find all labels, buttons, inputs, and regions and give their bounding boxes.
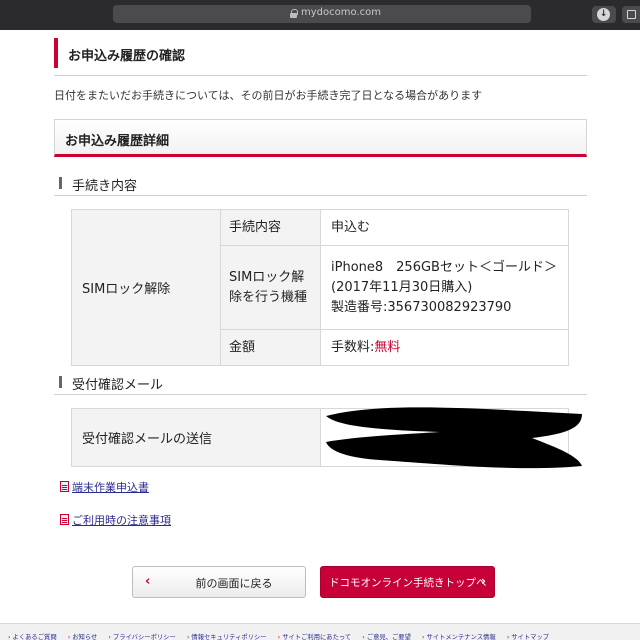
online-top-button-label: ドコモオンライン手続きトップへ <box>329 577 487 589</box>
page-title-section: お申込み履歴の確認 <box>54 36 587 76</box>
link-label: 端末作業申込書 <box>72 481 149 494</box>
detail-header: お申込み履歴詳細 <box>54 119 587 157</box>
fee-prefix: 手数料: <box>331 339 375 355</box>
back-button-label: 前の画面に戻る <box>195 577 273 590</box>
download-button[interactable]: ↓ <box>592 6 616 23</box>
mail-heading-text: 受付確認メール <box>72 378 164 393</box>
back-button[interactable]: ‹ 前の画面に戻る <box>132 566 306 598</box>
mail-label: 受付確認メールの送信 <box>71 408 321 467</box>
online-top-button[interactable]: ドコモオンライン手続きトップへ › <box>320 566 495 598</box>
lock-icon <box>290 9 298 18</box>
detail-title: お申込み履歴詳細 <box>65 134 170 149</box>
procedure-heading-text: 手続き内容 <box>72 179 138 194</box>
row-label: SIMロック解除を行う機種 <box>220 245 321 330</box>
page-title: お申込み履歴の確認 <box>68 49 186 64</box>
footer-link[interactable]: よくあるご質問 <box>8 630 57 640</box>
url-text: mydocomo.com <box>301 7 381 18</box>
device-model: iPhone8 256GBセット＜ゴールド＞(2017年11月30日購入) <box>331 259 557 295</box>
row-value: 申込む <box>320 209 569 246</box>
footer-link[interactable]: ご意見、ご要望 <box>362 630 411 640</box>
notice-text: 日付をまたいだお手続きについては、その前日がお手続き完了日となる場合があります <box>54 89 483 102</box>
footer-links: よくあるご質問 お知らせ プライバシーポリシー 情報セキュリティポリシー サイト… <box>0 623 640 640</box>
chevron-right-icon: › <box>481 574 486 588</box>
row-label: 金額 <box>220 329 321 366</box>
footer-link[interactable]: 情報セキュリティポリシー <box>187 630 266 640</box>
footer-link[interactable]: お知らせ <box>68 630 97 640</box>
procedure-table: SIMロック解除 手続内容 申込む SIMロック解除を行う機種 iPhone8 … <box>71 209 569 366</box>
document-icon <box>60 481 69 492</box>
procedure-category: SIMロック解除 <box>71 209 221 366</box>
fee-value: 手数料:無料 <box>320 329 569 366</box>
footer-link[interactable]: プライバシーポリシー <box>108 630 176 640</box>
footer-link[interactable]: サイトマップ <box>507 630 549 640</box>
link-label: ご利用時の注意事項 <box>72 514 171 527</box>
work-request-form-link[interactable]: 端末作業申込書 <box>60 479 149 495</box>
device-info: iPhone8 256GBセット＜ゴールド＞(2017年11月30日購入) 製造… <box>320 245 569 330</box>
browser-toolbar: mydocomo.com ↻ ↓ <box>0 0 640 30</box>
tabs-button[interactable] <box>622 6 640 23</box>
footer-link[interactable]: サイトご利用にあたって <box>278 630 351 640</box>
usage-caution-link[interactable]: ご利用時の注意事項 <box>60 512 171 528</box>
serial-number: 製造番号:356730082923790 <box>331 299 512 315</box>
heading-marker <box>59 376 62 388</box>
pdf-icon <box>60 514 69 525</box>
redaction-mark <box>326 407 582 469</box>
title-accent-bar <box>54 38 58 68</box>
download-icon: ↓ <box>597 8 610 21</box>
fee-amount: 無料 <box>374 339 401 355</box>
procedure-heading: 手続き内容 <box>54 174 587 196</box>
address-bar[interactable]: mydocomo.com ↻ <box>113 5 636 23</box>
table-row: SIMロック解除 手続内容 申込む <box>71 209 569 366</box>
row-label: 手続内容 <box>220 209 321 246</box>
heading-marker <box>59 177 62 189</box>
tabs-icon <box>627 10 636 19</box>
mail-heading: 受付確認メール <box>54 373 587 395</box>
footer-link[interactable]: サイトメンテナンス情報 <box>422 630 495 640</box>
